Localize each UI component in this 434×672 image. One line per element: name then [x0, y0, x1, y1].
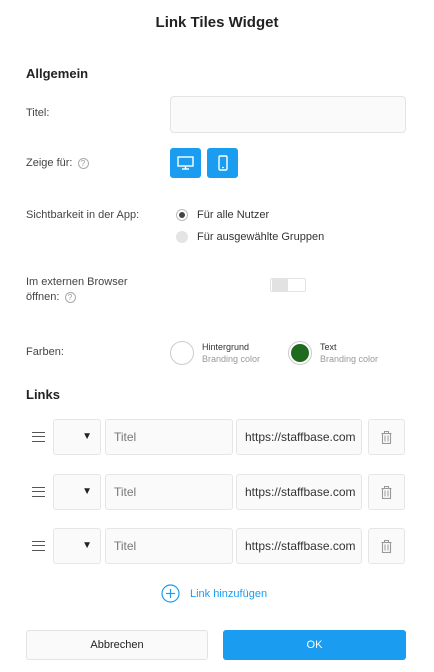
link-icon-select[interactable]: ▼ [53, 419, 101, 455]
link-url-input[interactable]: https://staffbase.com [236, 528, 362, 564]
desktop-toggle-button[interactable] [170, 148, 201, 178]
link-url-input[interactable]: https://staffbase.com [236, 419, 362, 455]
caret-down-icon: ▼ [82, 431, 92, 442]
section-general-heading: Allgemein [26, 66, 89, 81]
colors-label: Farben: [26, 346, 64, 358]
drag-handle-icon[interactable] [32, 432, 45, 442]
title-input[interactable] [170, 96, 406, 133]
external-browser-label-line2-text: öffnen: [26, 291, 60, 303]
visibility-label: Sichtbarkeit in der App: [26, 209, 140, 221]
link-icon-select[interactable]: ▼ [53, 528, 101, 564]
link-title-input[interactable]: Titel [105, 528, 233, 564]
ok-button[interactable]: OK [223, 630, 406, 660]
radio-selected-icon [176, 209, 188, 221]
desktop-icon [177, 156, 194, 170]
cancel-button[interactable]: Abbrechen [26, 630, 208, 660]
visibility-option-label: Für alle Nutzer [197, 209, 270, 221]
visibility-option-label: Für ausgewählte Gruppen [197, 231, 325, 243]
trash-icon [381, 539, 392, 553]
background-color-info: Hintergrund Branding color [202, 342, 260, 364]
add-link-label: Link hinzufügen [190, 587, 268, 600]
section-links-heading: Links [26, 387, 60, 402]
delete-link-button[interactable] [368, 528, 405, 564]
text-color-title: Text [320, 342, 337, 352]
link-url-input[interactable]: https://staffbase.com [236, 474, 362, 510]
mobile-icon [217, 155, 228, 171]
link-icon-select[interactable]: ▼ [53, 474, 101, 510]
link-title-input[interactable]: Titel [105, 419, 233, 455]
plus-circle-icon [161, 584, 180, 603]
link-row: ▼ Titel https://staffbase.com [26, 474, 405, 510]
caret-down-icon: ▼ [82, 540, 92, 551]
trash-icon [381, 485, 392, 499]
external-browser-toggle[interactable] [270, 278, 306, 292]
show-for-label: Zeige für: ? [26, 156, 89, 171]
visibility-option-groups[interactable]: Für ausgewählte Gruppen [176, 231, 324, 243]
help-icon[interactable]: ? [64, 291, 76, 303]
help-icon[interactable]: ? [77, 157, 89, 169]
background-color-title: Hintergrund [202, 342, 250, 352]
delete-link-button[interactable] [368, 419, 405, 455]
delete-link-button[interactable] [368, 474, 405, 510]
text-color-dot [291, 344, 309, 362]
trash-icon [381, 430, 392, 444]
external-browser-label: Im externen Browser öffnen: ? [26, 275, 127, 305]
drag-handle-icon[interactable] [32, 541, 45, 551]
link-row: ▼ Titel https://staffbase.com [26, 528, 405, 564]
external-browser-label-line1: Im externen Browser [26, 276, 128, 288]
dialog-title: Link Tiles Widget [155, 14, 279, 31]
text-color-swatch[interactable] [288, 341, 312, 365]
add-link-button[interactable]: Link hinzufügen [161, 584, 267, 603]
toggle-knob [272, 279, 288, 291]
text-color-subtitle: Branding color [320, 354, 379, 364]
link-title-input[interactable]: Titel [105, 474, 233, 510]
external-browser-label-line2: öffnen: ? [26, 290, 127, 305]
show-for-label-text: Zeige für: [26, 157, 73, 169]
visibility-option-all[interactable]: Für alle Nutzer [176, 209, 269, 221]
radio-unselected-icon [176, 231, 188, 243]
background-color-subtitle: Branding color [202, 354, 261, 364]
background-color-swatch[interactable] [170, 341, 194, 365]
text-color-info: Text Branding color [320, 342, 378, 364]
link-row: ▼ Titel https://staffbase.com [26, 419, 405, 455]
caret-down-icon: ▼ [82, 486, 92, 497]
mobile-toggle-button[interactable] [207, 148, 238, 178]
drag-handle-icon[interactable] [32, 487, 45, 497]
title-label: Titel: [26, 107, 50, 119]
